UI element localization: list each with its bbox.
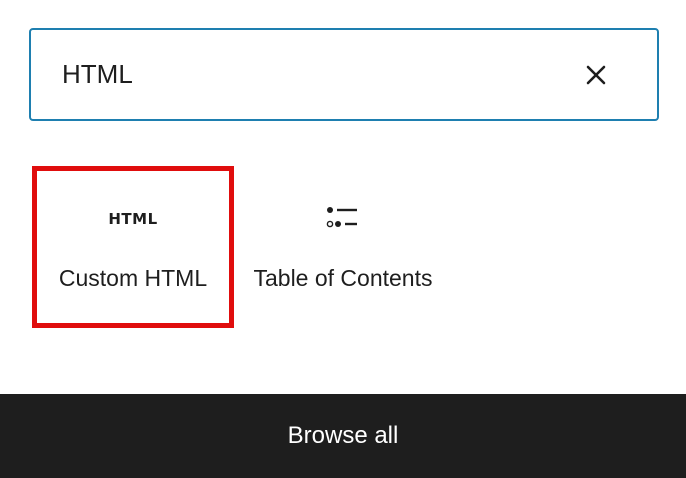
- browse-all-button[interactable]: Browse all: [0, 394, 686, 478]
- browse-all-label: Browse all: [287, 422, 399, 449]
- table-of-contents-icon: [325, 193, 361, 245]
- search-input[interactable]: [31, 30, 551, 119]
- search-box: [29, 28, 659, 121]
- block-inserter-panel: HTML Custom HTML Table of Contents Brows…: [0, 0, 686, 478]
- html-icon-text: HTML: [108, 210, 158, 228]
- block-label: Table of Contents: [253, 265, 433, 291]
- block-item-table-of-contents[interactable]: Table of Contents: [242, 166, 444, 328]
- html-icon: HTML: [108, 193, 157, 245]
- block-item-custom-html[interactable]: HTML Custom HTML: [32, 166, 234, 328]
- close-icon: [586, 65, 606, 84]
- block-label: Custom HTML: [58, 265, 208, 291]
- clear-search-button[interactable]: [581, 60, 611, 90]
